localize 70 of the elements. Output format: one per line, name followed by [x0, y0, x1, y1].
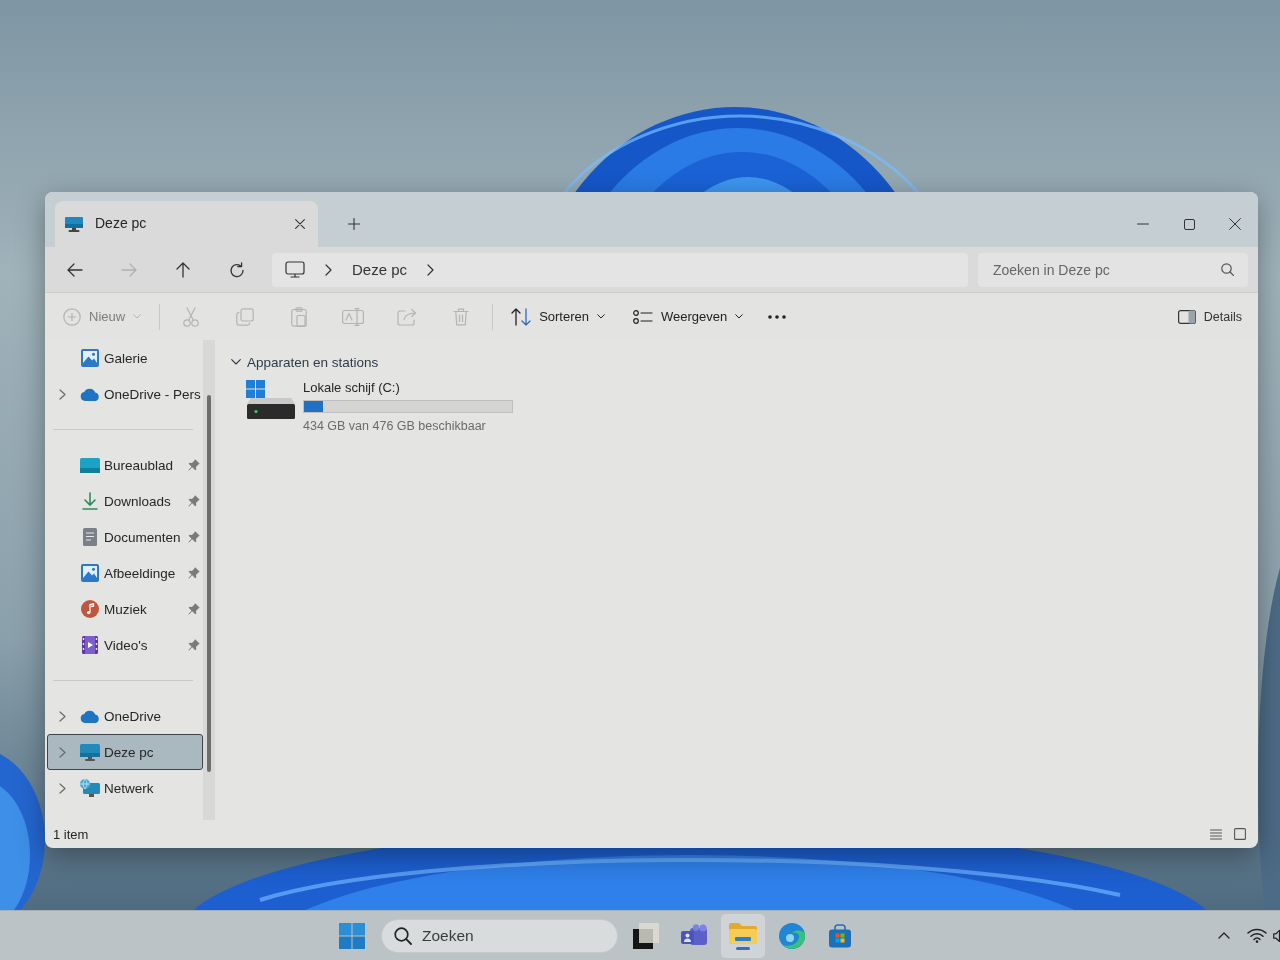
desktop-icon	[80, 457, 100, 473]
sidebar-item[interactable]: OneDrive	[47, 698, 203, 734]
video-icon	[82, 636, 98, 654]
sidebar-item[interactable]: Video's	[47, 627, 203, 663]
back-arrow-icon	[67, 262, 83, 277]
sidebar-item[interactable]: Galerie	[47, 340, 203, 376]
details-view-button[interactable]	[1208, 826, 1224, 842]
maximize-icon	[1183, 218, 1195, 230]
forward-arrow-icon	[121, 262, 137, 277]
scrollbar-track[interactable]	[203, 340, 215, 820]
details-pane-icon	[1177, 309, 1196, 324]
refresh-icon	[229, 261, 245, 278]
start-icon	[339, 922, 365, 949]
taskbar-search-field[interactable]: Zoeken	[381, 918, 618, 953]
download-icon	[82, 492, 98, 510]
monitor-icon	[65, 216, 83, 232]
speaker-icon[interactable]	[1273, 928, 1280, 943]
swirl-icon	[778, 922, 805, 949]
sidebar-item[interactable]: Muziek	[47, 591, 203, 627]
people-icon	[680, 923, 709, 948]
folder-icon	[729, 921, 757, 944]
address-field[interactable]: Deze pc	[272, 252, 968, 287]
wifi-icon[interactable]	[1247, 928, 1267, 943]
hard-drive-icon	[246, 380, 296, 420]
drive-name[interactable]: Lokale schijf (C:)	[303, 378, 513, 398]
search-input[interactable]: Zoeken in Deze pc	[993, 258, 1221, 281]
shopping-bag-icon	[828, 923, 852, 948]
document-icon	[83, 528, 97, 546]
search-icon	[1221, 263, 1234, 276]
sidebar-item[interactable]: Downloads	[47, 483, 203, 519]
view-button[interactable]: Weergeven	[625, 300, 752, 333]
close-icon	[1229, 218, 1241, 230]
breadcrumb-link[interactable]: Deze pc	[352, 255, 408, 284]
up-arrow-icon	[176, 261, 190, 278]
tiles-view-icon	[1234, 828, 1246, 840]
scrollbar-thumb[interactable]	[207, 395, 211, 772]
start-button[interactable]	[337, 920, 367, 951]
monitor-icon	[80, 743, 100, 761]
network-icon	[80, 779, 100, 797]
sort-button[interactable]: Sorteren	[503, 300, 613, 333]
free-space-text: 434 GB van 476 GB beschikbaar	[303, 418, 487, 435]
sidebar-item[interactable]: Documenten	[47, 519, 203, 555]
cloud-icon	[80, 709, 100, 723]
tab[interactable]: Deze pc	[55, 201, 318, 247]
sidebar-item[interactable]: Netwerk	[47, 770, 203, 806]
close-icon	[295, 219, 305, 229]
search-field[interactable]: Zoeken in Deze pc	[978, 252, 1248, 287]
picture-icon	[81, 349, 99, 367]
music-note-icon	[81, 600, 99, 618]
details-button[interactable]: Details	[1171, 300, 1248, 333]
taskbar-search-input[interactable]: Zoeken	[422, 923, 603, 948]
cloud-icon	[80, 387, 100, 401]
sidebar-item[interactable]: OneDrive - Pers	[47, 376, 203, 412]
squares-icon	[633, 922, 659, 949]
monitor-icon	[285, 261, 305, 278]
tiles-view-button[interactable]	[1232, 826, 1248, 842]
close-tab-button[interactable]	[292, 216, 308, 232]
chevron-right-icon	[325, 263, 332, 276]
chevron-up-icon	[1218, 932, 1230, 939]
picture-icon	[81, 564, 99, 582]
item-count: 1 item	[53, 826, 89, 842]
chevron-right-icon	[427, 263, 435, 276]
sidebar-item[interactable]: Deze pc	[47, 734, 203, 770]
minimize-icon	[1137, 223, 1149, 225]
section-header[interactable]: Apparaten en stations	[231, 350, 379, 374]
plus-icon	[348, 217, 360, 230]
search-icon	[394, 926, 412, 945]
list-view-icon	[1210, 828, 1222, 840]
sidebar-item[interactable]: Bureaublad	[47, 447, 203, 483]
sidebar-item[interactable]: Afbeeldinge	[47, 555, 203, 591]
